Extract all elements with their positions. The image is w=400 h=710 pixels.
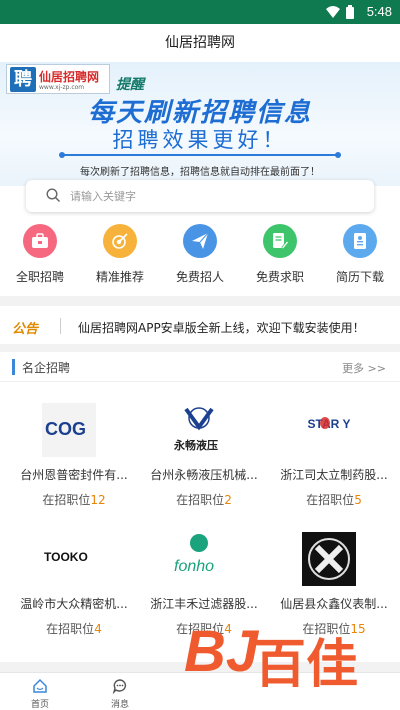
banner-subhead: 招聘效果更好！ bbox=[112, 128, 288, 152]
wifi-icon bbox=[326, 6, 340, 18]
category-resume-download[interactable]: 简历下载 bbox=[320, 224, 400, 288]
company-name: 浙江丰禾过滤器股... bbox=[150, 597, 258, 611]
clock-time: 5:48 bbox=[366, 4, 392, 19]
watermark-logo: BJ 百佳 bbox=[184, 612, 384, 704]
section-divider bbox=[0, 344, 400, 352]
tab-label: 消息 bbox=[110, 700, 129, 710]
positions-count: 2 bbox=[224, 493, 232, 507]
open-positions: 在招职位2 bbox=[144, 491, 264, 508]
category-recommend[interactable]: 精准推荐 bbox=[80, 224, 160, 288]
open-positions: 在招职位4 bbox=[14, 620, 134, 637]
category-nav: 全职招聘 精准推荐 免费招人 免费求职 简历下载 bbox=[0, 224, 400, 288]
tab-home[interactable]: 首页 bbox=[0, 673, 80, 710]
emblem-icon bbox=[308, 538, 350, 580]
site-logo: 聘 仙居招聘网 www.xj-zp.com bbox=[6, 64, 110, 94]
banner-divider bbox=[59, 152, 341, 158]
home-icon bbox=[33, 678, 47, 693]
more-link[interactable]: 更多 >> bbox=[342, 360, 386, 376]
open-positions: 在招职位12 bbox=[14, 491, 134, 508]
category-label: 免费招人 bbox=[175, 270, 224, 284]
document-edit-icon bbox=[263, 224, 297, 258]
search-placeholder: 请输入关键字 bbox=[70, 190, 136, 203]
category-free-hire[interactable]: 免费招人 bbox=[160, 224, 240, 288]
logo-name: 仙居招聘网 bbox=[39, 70, 100, 84]
search-input[interactable]: 请输入关键字 bbox=[26, 180, 374, 212]
category-label: 全职招聘 bbox=[15, 270, 64, 284]
logo-url: www.xj-zp.com bbox=[39, 84, 85, 91]
watermark-mark: BJ bbox=[184, 619, 259, 684]
watermark-text: 百佳 bbox=[254, 635, 359, 695]
positions-label: 在招职位 bbox=[306, 493, 355, 507]
search-icon bbox=[46, 188, 61, 203]
company-logo: fonho bbox=[172, 532, 226, 586]
tab-messages[interactable]: 消息 bbox=[80, 673, 160, 710]
category-fulltime[interactable]: 全职招聘 bbox=[0, 224, 80, 288]
logo-text: fonho bbox=[174, 558, 215, 575]
company-name: 台州永畅液压机械... bbox=[150, 468, 258, 482]
logo-text: TOOKO bbox=[44, 550, 88, 564]
category-free-job[interactable]: 免费求职 bbox=[240, 224, 320, 288]
company-logo: 永畅液压 bbox=[172, 403, 226, 457]
company-name: 仙居县众鑫仪表制... bbox=[280, 597, 388, 611]
tab-label: 首页 bbox=[30, 700, 49, 710]
announcement-tag: 公告 bbox=[12, 322, 39, 337]
section-title: 名企招聘 bbox=[22, 361, 71, 375]
positions-label: 在招职位 bbox=[176, 493, 225, 507]
company-card[interactable]: COG 台州恩普密封件有... 在招职位12 bbox=[14, 403, 134, 521]
banner-caption: 每次刷新了招聘信息，招聘信息就自动排在最前面了！ bbox=[80, 167, 320, 178]
star-icon bbox=[320, 417, 330, 429]
section-accent-bar bbox=[12, 359, 15, 375]
logo-mark: 聘 bbox=[10, 67, 36, 92]
announcement-separator bbox=[60, 318, 61, 334]
company-name: 台州恩普密封件有... bbox=[20, 468, 128, 482]
positions-count: 5 bbox=[354, 493, 362, 507]
company-logo: COG bbox=[42, 403, 96, 457]
company-name: 温岭市大众精密机... bbox=[20, 597, 128, 611]
resume-icon bbox=[343, 224, 377, 258]
category-label: 精准推荐 bbox=[95, 270, 144, 284]
company-card[interactable]: TOOKO 温岭市大众精密机... 在招职位4 bbox=[14, 532, 134, 650]
leaf-icon bbox=[190, 534, 208, 552]
company-card[interactable]: 永畅液压 台州永畅液压机械... 在招职位2 bbox=[144, 403, 264, 521]
company-card[interactable]: STAR Y 浙江司太立制药股... 在招职位5 bbox=[274, 403, 394, 521]
app-screen: 5:48 仙居招聘网 聘 仙居招聘网 www.xj-zp.com 提醒 每天刷新… bbox=[0, 0, 400, 710]
logo-text: COG bbox=[45, 419, 87, 439]
announcement-message[interactable]: 仙居招聘网APP安卓版全新上线，欢迎下载安装使用！ bbox=[78, 319, 365, 336]
target-icon bbox=[103, 224, 137, 258]
category-label: 简历下载 bbox=[335, 270, 384, 284]
status-bar: 5:48 bbox=[0, 0, 400, 24]
positions-count: 12 bbox=[90, 493, 106, 507]
section-divider bbox=[0, 296, 400, 306]
message-icon bbox=[112, 679, 127, 694]
briefcase-icon bbox=[23, 224, 57, 258]
open-positions: 在招职位5 bbox=[274, 491, 394, 508]
featured-companies-header: 名企招聘 更多 >> bbox=[0, 352, 400, 382]
company-logo: TOOKO bbox=[42, 532, 96, 586]
announcement-bar[interactable]: 公告 仙居招聘网APP安卓版全新上线，欢迎下载安装使用！ bbox=[0, 308, 400, 344]
positions-count: 4 bbox=[94, 622, 102, 636]
page-title: 仙居招聘网 bbox=[0, 24, 400, 62]
company-logo: STAR Y bbox=[302, 403, 356, 457]
banner-remind: 提醒 bbox=[116, 77, 144, 93]
paper-plane-icon bbox=[183, 224, 217, 258]
logo-text: 永畅液压 bbox=[174, 439, 218, 452]
company-logo bbox=[302, 532, 356, 586]
positions-label: 在招职位 bbox=[46, 622, 95, 636]
positions-label: 在招职位 bbox=[42, 493, 91, 507]
category-label: 免费求职 bbox=[255, 270, 304, 284]
company-name: 浙江司太立制药股... bbox=[280, 468, 388, 482]
battery-icon bbox=[346, 5, 354, 19]
promo-banner[interactable]: 聘 仙居招聘网 www.xj-zp.com 提醒 每天刷新招聘信息 招聘效果更好… bbox=[0, 62, 400, 186]
